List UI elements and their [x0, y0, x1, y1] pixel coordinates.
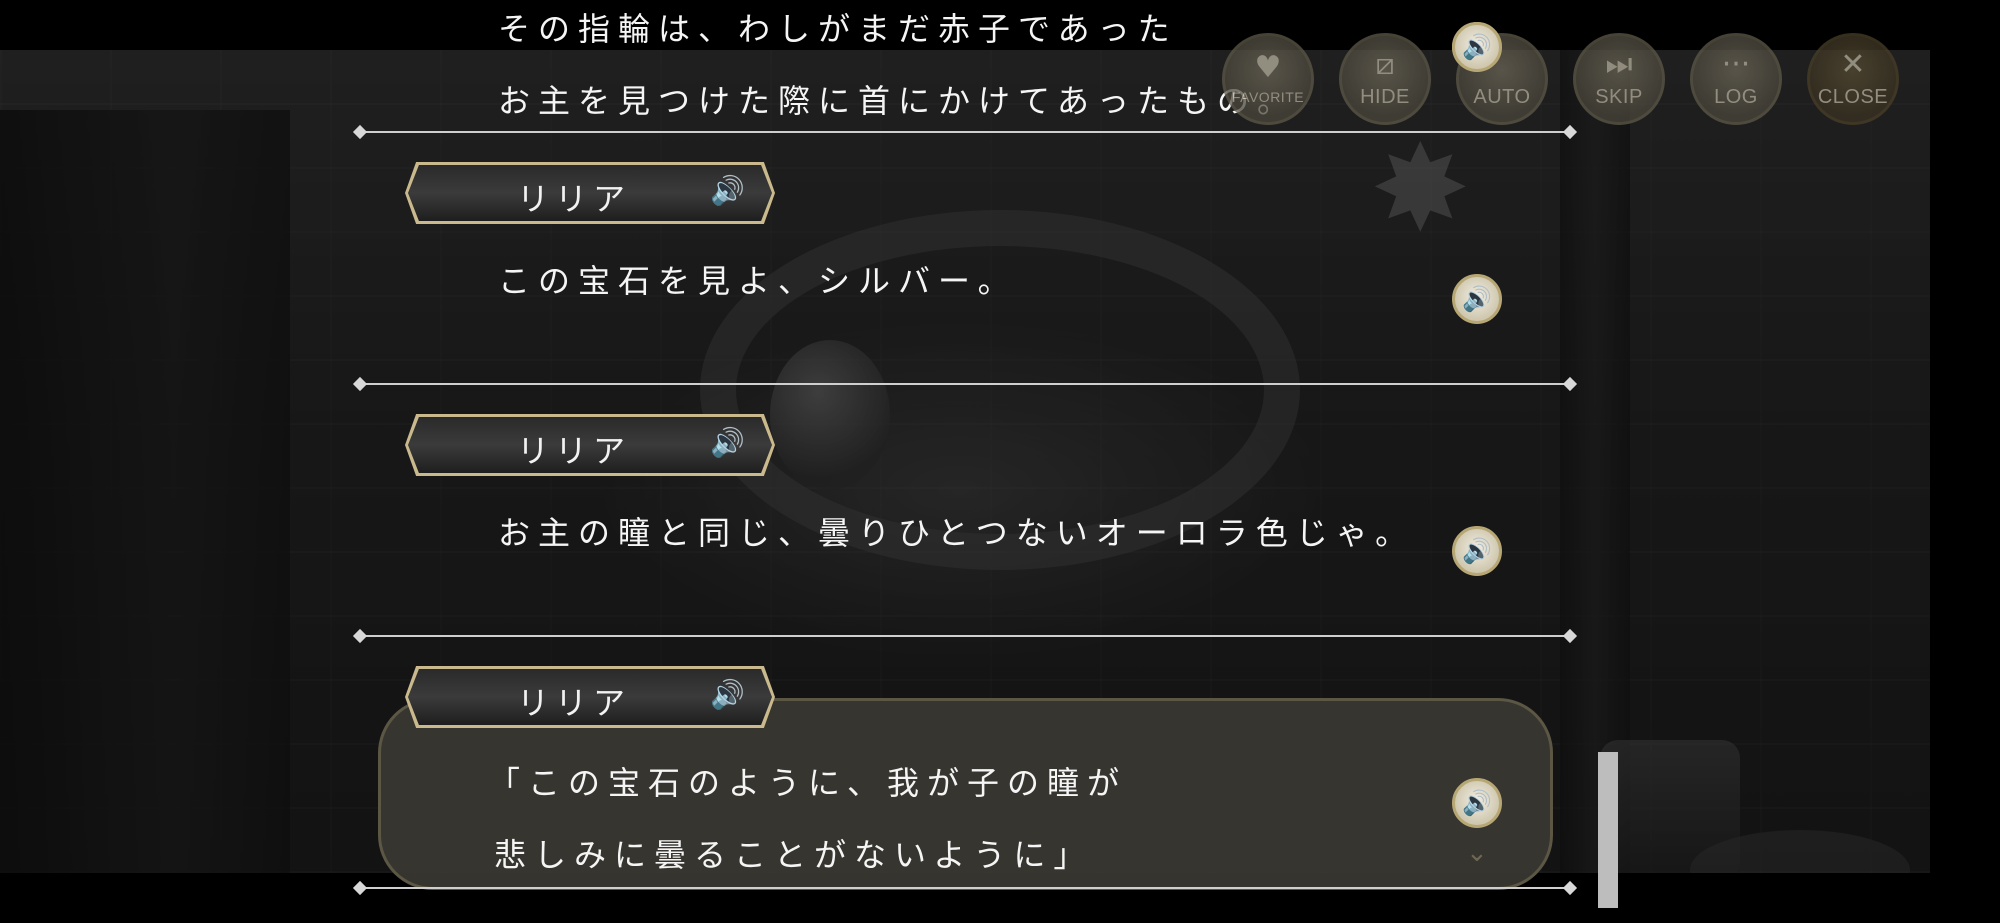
voice-toggle-button[interactable]: 🔊: [1452, 22, 1502, 72]
log-entry-3-line-1: お主の瞳と同じ、曇りひとつないオーロラ色じゃ。: [498, 514, 1416, 552]
speaker-icon: 🔊: [1462, 537, 1492, 565]
speaker-name: リリア: [517, 180, 632, 218]
speaker-name-plate: リリア 🔊: [405, 666, 775, 728]
letterbox-right: [1930, 0, 2000, 923]
replay-voice-button-3[interactable]: 🔊: [1452, 526, 1502, 576]
hide-label: HIDE: [1360, 85, 1410, 108]
speaker-icon: 🔊: [1462, 285, 1492, 313]
skip-label: SKIP: [1595, 85, 1643, 108]
log-entry-1-line-1: その指輪は、わしがまだ赤子であった: [498, 10, 1178, 48]
hide-icon: ⧄: [1375, 46, 1395, 82]
log-entry-2-line-1: この宝石を見よ、シルバー。: [498, 262, 1018, 300]
replay-voice-button-2[interactable]: 🔊: [1452, 274, 1502, 324]
log-separator: [360, 383, 1570, 385]
chevron-down-icon: ⌄: [1466, 838, 1488, 868]
log-entry-1-line-2: お主を見つけた際に首にかけてあったもの。: [498, 82, 1298, 120]
log-entry-4-line-1: 「この宝石のように、我が子の瞳が: [488, 764, 1128, 802]
close-icon: ✕: [1840, 46, 1866, 82]
hide-button[interactable]: ⧄ HIDE: [1339, 33, 1431, 125]
speaker-icon: 🔊: [710, 174, 745, 207]
skip-button[interactable]: ⏭ SKIP: [1573, 33, 1665, 125]
log-label: LOG: [1714, 85, 1758, 108]
auto-label: AUTO: [1473, 85, 1531, 108]
speaker-name: リリア: [517, 432, 632, 470]
favorite-label: FAVORITE: [1231, 89, 1305, 105]
log-separator: [360, 131, 1570, 133]
speaker-name-plate: リリア 🔊: [405, 414, 775, 476]
log-scrollbar[interactable]: [1598, 752, 1618, 908]
log-separator: [360, 887, 1570, 889]
replay-voice-button-4[interactable]: 🔊: [1452, 778, 1502, 828]
log-button[interactable]: ··· LOG: [1690, 33, 1782, 125]
log-icon: ···: [1721, 46, 1751, 82]
speaker-icon: 🔊: [1462, 789, 1492, 817]
speaker-icon: 🔊: [710, 426, 745, 459]
heart-icon: ♥: [1254, 50, 1282, 85]
speaker-icon: 🔊: [1462, 33, 1492, 61]
speaker-icon: 🔊: [710, 678, 745, 711]
close-button[interactable]: ✕ CLOSE: [1807, 33, 1899, 125]
speaker-name-plate: リリア 🔊: [405, 162, 775, 224]
log-entry-4-line-2: 悲しみに曇ることがないように」: [494, 836, 1094, 874]
log-separator: [360, 635, 1570, 637]
skip-icon: ⏭: [1605, 46, 1633, 82]
favorite-button[interactable]: ♥ FAVORITE: [1222, 33, 1314, 125]
close-label: CLOSE: [1817, 85, 1889, 108]
speaker-name: リリア: [517, 684, 632, 722]
